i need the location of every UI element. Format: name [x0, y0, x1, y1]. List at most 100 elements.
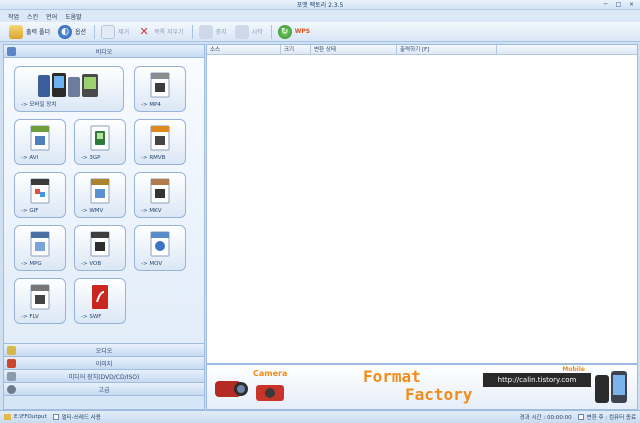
wps-label: WPS: [294, 28, 311, 35]
category-panel: 비디오 -> 모바일 장치 -> MP4 -> AVI -> 3GP -> RM…: [3, 44, 205, 410]
stop-label: 중지: [215, 29, 227, 36]
tile-vob-label: -> VOB: [81, 261, 102, 267]
rmvb-file-icon: [150, 125, 170, 151]
start-label: 시작: [251, 29, 263, 36]
remove-icon: [101, 24, 116, 39]
clear-list-button[interactable]: ✕ 목록 지우기: [134, 24, 187, 40]
factory-text: Factory: [405, 385, 473, 404]
tile-rmvb-label: -> RMVB: [141, 155, 166, 161]
menu-skin[interactable]: 스킨: [27, 12, 38, 21]
toolbar-divider: [270, 24, 272, 39]
category-audio-label: 오디오: [95, 347, 113, 355]
window-controls: ─ □ ×: [599, 0, 638, 10]
mobile-label: Mobile: [562, 366, 585, 373]
mobile-devices-icon: [38, 73, 98, 97]
tile-mpg[interactable]: -> MPG: [14, 225, 66, 271]
options-label: 옵션: [75, 29, 87, 36]
mkv-file-icon: [150, 178, 170, 204]
task-list-header: 소스 크기 변환 상태 출력하기 [F]: [207, 45, 637, 55]
tile-wmv-label: -> WMV: [81, 208, 104, 214]
output-path[interactable]: E:\FFOutput: [14, 414, 47, 420]
tile-mkv[interactable]: -> MKV: [134, 172, 186, 218]
status-bar: E:\FFOutput 멀티-쓰레드 사용 경과 시간 : 00:00:00 변…: [0, 410, 640, 423]
column-size[interactable]: 크기: [281, 45, 311, 54]
folder-icon: [9, 24, 23, 39]
start-icon: [234, 24, 249, 39]
tile-avi-label: -> AVI: [21, 155, 39, 161]
camcorder-icon: [215, 381, 248, 397]
tile-wmv[interactable]: -> WMV: [74, 172, 126, 218]
output-folder-label: 출력 폴더: [26, 29, 50, 36]
mp4-file-icon: [150, 72, 170, 98]
column-source[interactable]: 소스: [207, 45, 281, 54]
tile-mp4-label: -> MP4: [141, 102, 161, 108]
tile-mp4[interactable]: -> MP4: [134, 66, 186, 112]
tile-mobile-label: -> 모바일 장치: [21, 102, 57, 108]
gear-icon: [7, 385, 16, 394]
close-button[interactable]: ×: [625, 0, 638, 9]
flv-file-icon: [30, 284, 50, 310]
multithread-checkbox[interactable]: [52, 414, 59, 420]
output-folder-button[interactable]: 출력 폴더: [6, 24, 53, 40]
category-image-label: 이미지: [95, 360, 113, 368]
category-advanced-label: 고급: [98, 386, 110, 394]
video-icon: [7, 47, 16, 56]
mobile-phones-icon: [595, 371, 627, 403]
category-video[interactable]: 비디오: [4, 45, 204, 58]
category-audio[interactable]: 오디오: [4, 344, 204, 357]
camera-label: Camera: [253, 369, 288, 378]
category-image[interactable]: 이미지: [4, 357, 204, 370]
blog-watermark: http://calin.tistory.com: [483, 373, 591, 387]
tile-mov-label: -> MOV: [141, 261, 163, 267]
column-output[interactable]: 출력하기 [F]: [397, 45, 497, 54]
remove-button[interactable]: 제거: [98, 24, 132, 40]
title-bar: 포맷 팩토리 2.3.5 ─ □ ×: [0, 0, 640, 10]
maximize-button[interactable]: □: [612, 0, 625, 9]
task-list[interactable]: 소스 크기 변환 상태 출력하기 [F]: [206, 44, 638, 364]
tile-rmvb[interactable]: -> RMVB: [134, 119, 186, 165]
menu-bar: 작업 스킨 언어 도움말: [0, 10, 640, 22]
tile-mpg-label: -> MPG: [21, 261, 42, 267]
options-button[interactable]: ◐ 옵션: [55, 24, 89, 40]
menu-help[interactable]: 도움말: [65, 12, 82, 21]
tile-swf[interactable]: -> SWF: [74, 278, 126, 324]
tile-3gp-label: -> 3GP: [81, 155, 101, 161]
wps-button[interactable]: ↻ WPS: [275, 24, 313, 40]
disc-drive-icon: [7, 372, 16, 381]
tile-mobile-device[interactable]: -> 모바일 장치: [14, 66, 124, 112]
multithread-label: 멀티-쓰레드 사용: [61, 415, 101, 421]
vob-file-icon: [90, 231, 110, 257]
category-video-label: 비디오: [95, 48, 113, 56]
tile-gif[interactable]: -> GIF: [14, 172, 66, 218]
tile-swf-label: -> SWF: [81, 314, 102, 320]
tile-3gp[interactable]: -> 3GP: [74, 119, 126, 165]
menu-language[interactable]: 언어: [46, 12, 57, 21]
toolbar: 출력 폴더 ◐ 옵션 제거 ✕ 목록 지우기 중지 시작 ↻ WPS: [0, 22, 640, 42]
mpg-file-icon: [30, 231, 50, 257]
category-advanced[interactable]: 고급: [4, 383, 204, 396]
wps-icon: ↻: [277, 24, 292, 39]
minimize-button[interactable]: ─: [599, 0, 612, 9]
options-icon: ◐: [58, 24, 72, 39]
category-media-device[interactable]: 미디어 장치(DVD/CD/ISO): [4, 370, 204, 383]
menu-task[interactable]: 작업: [8, 12, 19, 21]
audio-icon: [7, 346, 16, 355]
3gp-file-icon: [90, 125, 110, 151]
tile-mov[interactable]: -> MOV: [134, 225, 186, 271]
wmv-file-icon: [90, 178, 110, 204]
folder-small-icon: [4, 414, 11, 420]
brand-banner: Camera Format Factory http://calin.tisto…: [206, 364, 638, 410]
category-media-device-label: 미디어 장치(DVD/CD/ISO): [68, 373, 140, 381]
remove-label: 제거: [118, 29, 130, 36]
elapsed-time: 경과 시간 : 00:00:00: [519, 415, 572, 421]
shutdown-checkbox[interactable]: [577, 414, 584, 420]
tile-flv[interactable]: -> FLV: [14, 278, 66, 324]
tile-vob[interactable]: -> VOB: [74, 225, 126, 271]
video-format-grid: -> 모바일 장치 -> MP4 -> AVI -> 3GP -> RMVB -…: [4, 58, 204, 344]
stop-icon: [198, 24, 213, 39]
stop-button[interactable]: 중지: [196, 24, 230, 40]
start-button[interactable]: 시작: [232, 24, 266, 40]
tile-avi[interactable]: -> AVI: [14, 119, 66, 165]
tile-mkv-label: -> MKV: [141, 208, 162, 214]
column-status[interactable]: 변환 상태: [311, 45, 397, 54]
